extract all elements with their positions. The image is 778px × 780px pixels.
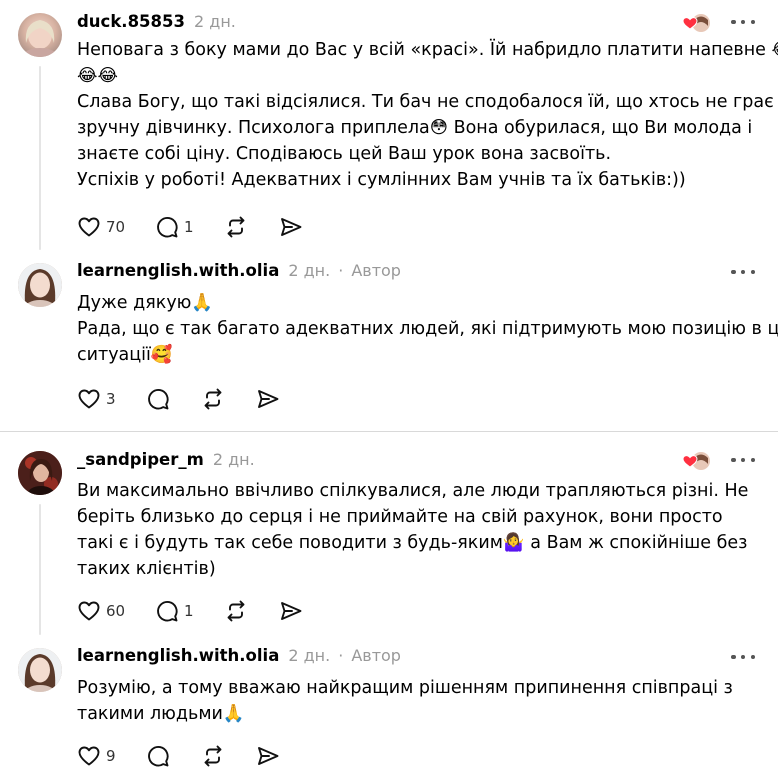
more-options-icon[interactable] (731, 268, 755, 276)
share-icon (279, 215, 303, 239)
share-button[interactable] (279, 599, 303, 623)
username[interactable]: learnenglish.with.olia (77, 646, 279, 665)
username[interactable]: duck.85853 (77, 12, 185, 31)
share-icon (256, 744, 280, 768)
comment-line: Розумію, а тому вважаю найкращим рішення… (77, 678, 733, 698)
comment-line: Успіхів у роботі! Адекватних і сумлінних… (77, 170, 686, 190)
repost-icon (224, 599, 248, 623)
timestamp[interactable]: 2 дн. (288, 646, 330, 665)
comment-text: Розумію, а тому вважаю найкращим рішення… (77, 675, 733, 727)
like-count: 70 (106, 218, 126, 236)
repost-button[interactable] (201, 387, 225, 411)
timestamp[interactable]: 2 дн. (194, 12, 236, 31)
author-liked-badge (682, 450, 712, 472)
comment-line: такими людьми🙏 (77, 704, 245, 724)
comment-line: Слава Богу, що такі відсіялися. Ти бач н… (77, 92, 778, 112)
like-button[interactable]: 60 (77, 599, 125, 623)
share-icon (256, 387, 280, 411)
comment-line: 😂😂 (77, 66, 118, 86)
separator-dot: · (338, 646, 344, 665)
thread-line (39, 504, 41, 635)
comment-line: ситуації🥰 (77, 345, 173, 365)
author-label: Автор (351, 261, 401, 280)
share-button[interactable] (256, 387, 280, 411)
avatar[interactable] (18, 648, 62, 692)
like-button[interactable]: 70 (77, 215, 125, 239)
thread-line (39, 66, 41, 250)
like-count: 9 (106, 747, 116, 765)
comment-icon (155, 215, 179, 239)
comment-line: такі є і будуть так себе поводити з будь… (77, 533, 748, 553)
separator-dot: · (338, 261, 344, 280)
username[interactable]: learnenglish.with.olia (77, 261, 279, 280)
comment-line: зручну дівчинку. Психолога приплела😳 Вон… (77, 118, 753, 138)
comment-line: Рада, що є так багато адекватних людей, … (77, 319, 778, 339)
share-icon (279, 599, 303, 623)
comment-line: таких клієнтів) (77, 559, 216, 579)
like-button[interactable]: 3 (77, 387, 116, 411)
heart-icon (77, 744, 101, 768)
author-liked-badge (682, 12, 712, 34)
comment-line: Неповага з боку мами до Вас у всій «крас… (77, 40, 778, 60)
repost-icon (201, 387, 225, 411)
avatar-image (18, 648, 62, 692)
repost-button[interactable] (224, 599, 248, 623)
comment-text: Ви максимально ввічливо спілкувалися, ал… (77, 478, 748, 582)
reply-count: 1 (184, 602, 194, 620)
reply-button[interactable]: 1 (155, 215, 194, 239)
heart-icon (77, 387, 101, 411)
reply-button[interactable] (146, 744, 170, 768)
comment-icon (146, 744, 170, 768)
thread-divider (0, 431, 778, 432)
comment-line: беріть близько до серця і не приймайте н… (77, 507, 723, 527)
comment-icon (155, 599, 179, 623)
like-button[interactable]: 9 (77, 744, 116, 768)
avatar[interactable] (18, 13, 62, 57)
like-count: 60 (106, 602, 126, 620)
avatar[interactable] (18, 263, 62, 307)
more-options-icon[interactable] (731, 456, 755, 464)
comment-text: Дуже дякую🙏 Рада, що є так багато адеква… (77, 290, 778, 368)
heart-icon (77, 215, 101, 239)
avatar-image (18, 263, 62, 307)
more-options-icon[interactable] (731, 653, 755, 661)
share-button[interactable] (256, 744, 280, 768)
avatar-image (18, 451, 62, 495)
repost-icon (201, 744, 225, 768)
comment-line: Ви максимально ввічливо спілкувалися, ал… (77, 481, 749, 501)
reply-button[interactable]: 1 (155, 599, 194, 623)
timestamp[interactable]: 2 дн. (288, 261, 330, 280)
heart-icon (77, 599, 101, 623)
repost-button[interactable] (201, 744, 225, 768)
comment-text: Неповага з боку мами до Вас у всій «крас… (77, 37, 778, 193)
avatar-image (22, 20, 58, 57)
repost-button[interactable] (224, 215, 248, 239)
timestamp[interactable]: 2 дн. (213, 450, 255, 469)
reply-button[interactable] (146, 387, 170, 411)
like-count: 3 (106, 390, 116, 408)
share-button[interactable] (279, 215, 303, 239)
comment-line: Дуже дякую🙏 (77, 293, 214, 313)
comment-icon (146, 387, 170, 411)
author-label: Автор (351, 646, 401, 665)
repost-icon (224, 215, 248, 239)
more-options-icon[interactable] (731, 18, 755, 26)
username[interactable]: _sandpiper_m (77, 450, 204, 469)
avatar[interactable] (18, 451, 62, 495)
reply-count: 1 (184, 218, 194, 236)
comment-line: знаєте собі ціну. Сподіваюсь цей Ваш уро… (77, 144, 612, 164)
